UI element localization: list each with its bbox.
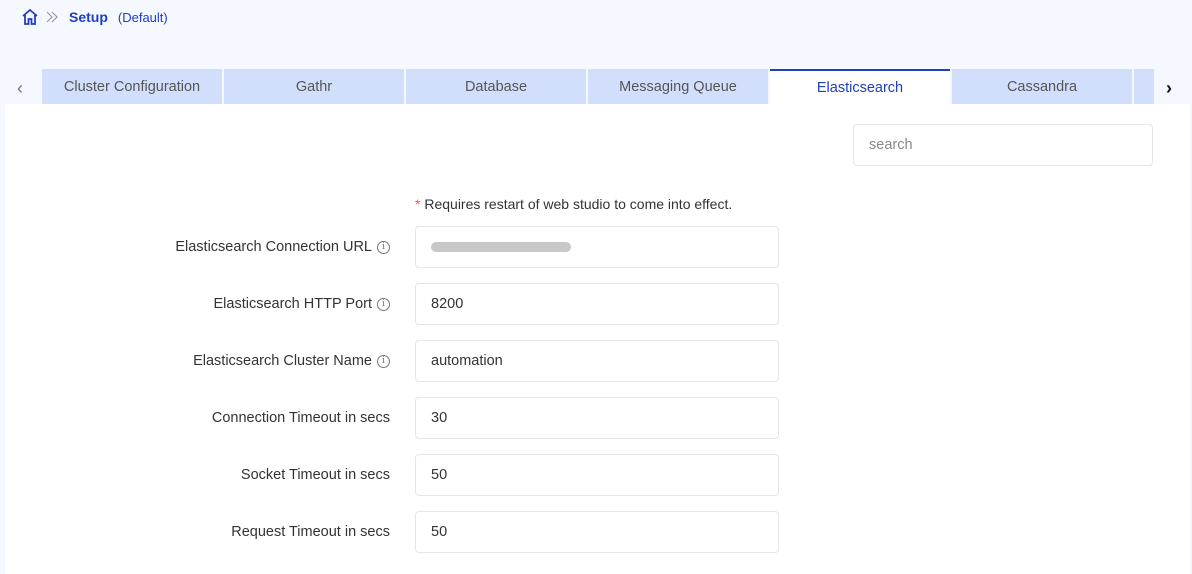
note-text: Requires restart of web studio to come i… (424, 196, 733, 212)
field-connection-url: Elasticsearch Connection URL i (5, 226, 785, 268)
tab-cluster-configuration[interactable]: Cluster Configuration (42, 69, 222, 104)
page-title: Setup (69, 9, 108, 25)
cluster-name-input[interactable]: automation (415, 340, 779, 382)
connection-timeout-input[interactable]: 30 (415, 397, 779, 439)
tab-next-partial[interactable] (1134, 69, 1154, 104)
field-label: Elasticsearch HTTP Port (213, 296, 372, 312)
breadcrumb: Setup (Default) (21, 8, 168, 26)
connection-url-input[interactable] (415, 226, 779, 268)
double-chevron-icon (46, 11, 58, 23)
tab-messaging-queue[interactable]: Messaging Queue (588, 69, 768, 104)
field-label: Elasticsearch Connection URL (175, 239, 372, 255)
info-icon[interactable]: i (377, 297, 390, 311)
tab-gathr[interactable]: Gathr (224, 69, 404, 104)
field-connection-timeout: Connection Timeout in secs 30 (5, 397, 785, 439)
info-icon[interactable]: i (377, 240, 390, 254)
restart-note: * Requires restart of web studio to come… (415, 196, 732, 212)
redacted-value (431, 242, 571, 252)
tab-bar: Cluster Configuration Gathr Database Mes… (42, 69, 1154, 104)
tabs-scroll-left-icon[interactable]: ‹ (17, 78, 23, 99)
field-http-port: Elasticsearch HTTP Port i 8200 (5, 283, 785, 325)
request-timeout-input[interactable]: 50 (415, 511, 779, 553)
tab-database[interactable]: Database (406, 69, 586, 104)
tab-elasticsearch[interactable]: Elasticsearch (770, 69, 950, 104)
page-subtitle: (Default) (117, 9, 168, 25)
field-cluster-name: Elasticsearch Cluster Name i automation (5, 340, 785, 382)
tabs-scroll-right-icon[interactable]: › (1166, 78, 1172, 99)
required-star: * (415, 196, 421, 212)
field-request-timeout: Request Timeout in secs 50 (5, 511, 785, 553)
tab-cassandra[interactable]: Cassandra (952, 69, 1132, 104)
field-label: Socket Timeout in secs (240, 467, 390, 483)
search-input[interactable] (853, 124, 1153, 166)
info-icon[interactable]: i (377, 354, 390, 368)
field-label: Elasticsearch Cluster Name (193, 353, 372, 369)
field-label: Request Timeout in secs (231, 524, 390, 540)
home-icon[interactable] (21, 8, 39, 26)
settings-panel: * Requires restart of web studio to come… (5, 104, 1190, 574)
socket-timeout-input[interactable]: 50 (415, 454, 779, 496)
field-label: Connection Timeout in secs (211, 410, 390, 426)
http-port-input[interactable]: 8200 (415, 283, 779, 325)
field-socket-timeout: Socket Timeout in secs 50 (5, 454, 785, 496)
